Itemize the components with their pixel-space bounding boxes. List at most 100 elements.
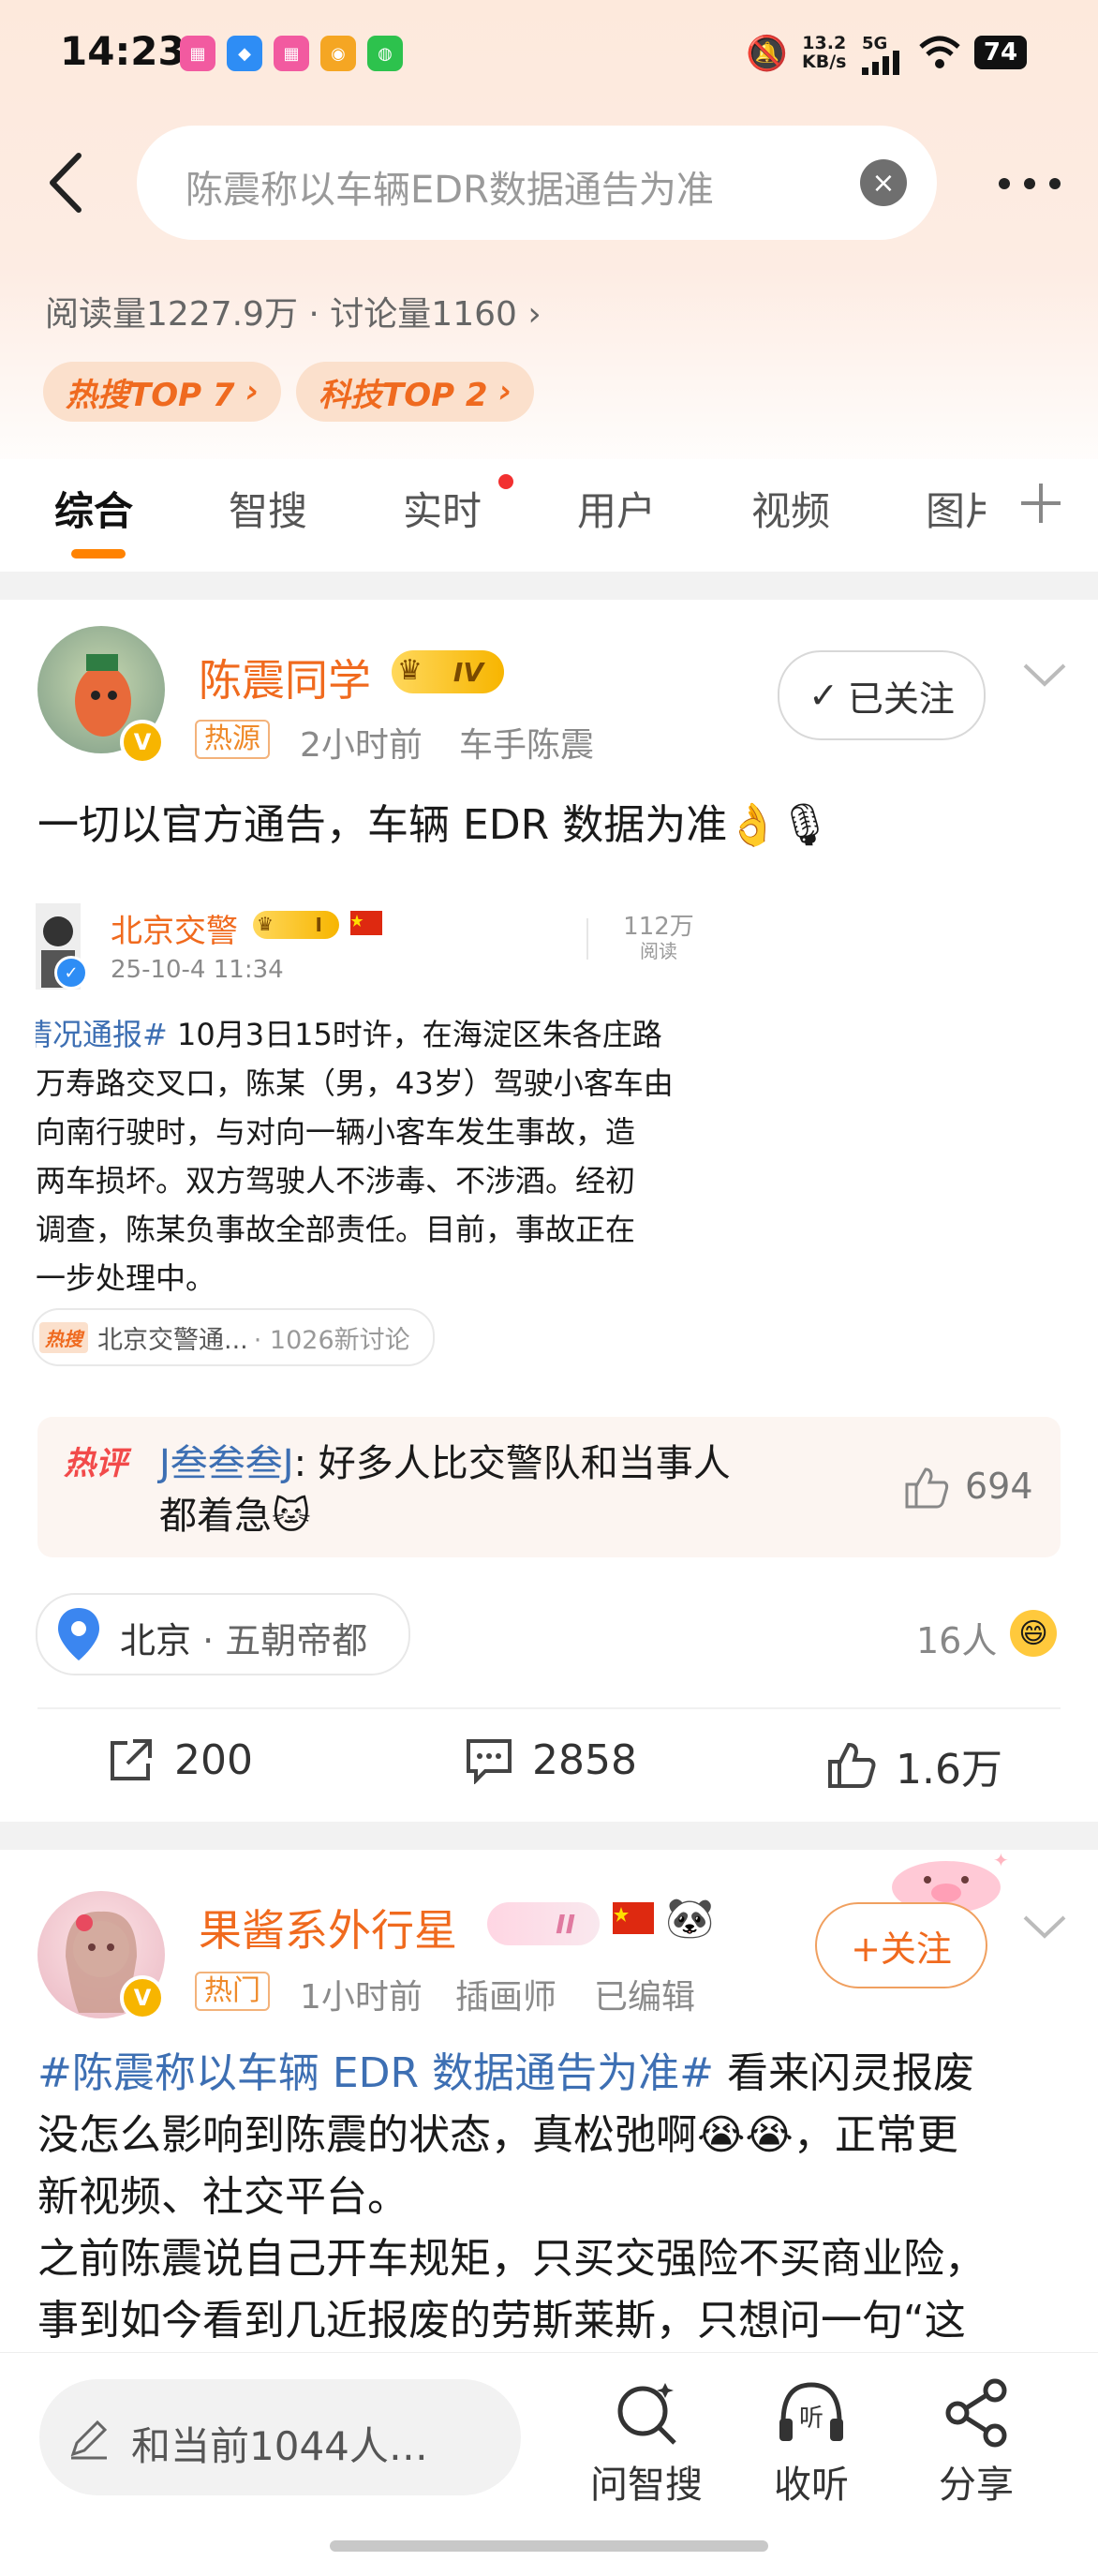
china-flag-icon (613, 1902, 654, 1934)
like-count: 1.6万 (896, 1746, 1002, 1794)
topic-stats-text: 阅读量1227.9万 · 讨论量1160 (45, 295, 517, 334)
svg-text:听: 听 (799, 2405, 824, 2433)
tab-images[interactable]: 图片 (926, 480, 986, 537)
chevron-right-icon: › (527, 295, 542, 334)
badge-label: 热搜TOP 7 (66, 376, 235, 414)
share-label: 分享 (939, 2464, 1014, 2507)
listen-button[interactable]: 听 收听 (746, 2375, 877, 2509)
hot-source-tag: 热源 (195, 720, 270, 759)
panda-icon: 🐼 (665, 1895, 715, 1941)
svg-text:✦: ✦ (993, 1849, 1009, 1871)
repost-date: 25-10-4 11:34 (111, 956, 284, 984)
thumbs-up-icon[interactable] (903, 1466, 950, 1509)
share-out-icon (111, 1739, 152, 1780)
chevron-down-icon[interactable] (1021, 1912, 1068, 1940)
repost-text-line: 万寿路交叉口，陈某（男，43岁）驾驶小客车由 (36, 1065, 674, 1101)
hot-search-title: 北京交警通... (97, 1325, 248, 1355)
hot-comment[interactable]: 热评 J叁叁叁J: 好多人比交警队和当事人 都着急🐱 694 (37, 1417, 1061, 1557)
hot-comment-line: 都着急🐱 (159, 1495, 311, 1538)
verified-badge: V (120, 720, 165, 765)
active-tab-indicator (71, 549, 126, 558)
level-badge: ♛ IV (392, 650, 504, 693)
close-circle-icon[interactable]: × (860, 159, 907, 206)
notification-dot (498, 474, 513, 489)
comment-count: 2858 (532, 1735, 637, 1784)
smart-search-button[interactable]: 问智搜 (581, 2375, 712, 2509)
chevron-right-icon: › (234, 373, 260, 410)
back-arrow-icon[interactable] (43, 150, 90, 216)
smart-search-label: 问智搜 (590, 2464, 703, 2507)
bottom-bar: 和当前1044人… 问智搜 听 收听 分享 (0, 2352, 1098, 2576)
signal-icon (862, 51, 899, 75)
post-text-line: 之前陈震说自己开车规矩，只买交强险不买商业险， (37, 2235, 986, 2283)
hashtag-link[interactable]: #陈震称以车辆 EDR 数据通告为准# (37, 2049, 714, 2097)
net-speed-value: 13.2 (802, 33, 847, 53)
comment-icon (467, 1739, 512, 1784)
repost-text-line: 调查，陈某负事故全部责任。目前，事故正在 (36, 1212, 636, 1247)
post-edited: 已编辑 (594, 1978, 696, 2017)
net-speed-unit: KB/s (802, 52, 847, 72)
repost-hashtag[interactable]: 情况通报# (36, 1017, 168, 1052)
plus-icon[interactable] (1019, 482, 1062, 525)
repost-text-line: 两车损坏。双方驾驶人不涉毒、不涉酒。经初 (36, 1163, 636, 1199)
more-dots-icon[interactable] (997, 174, 1062, 193)
hot-tag-icon: 热搜 (39, 1321, 88, 1353)
hot-comment-line: : 好多人比交警队和当事人 (293, 1442, 731, 1485)
level-badge: II (487, 1902, 600, 1945)
hot-comment-label: 热评 (64, 1445, 127, 1482)
repost-author-name[interactable]: 北京交警 (111, 905, 238, 951)
repost-reads: 112万 阅读 (607, 915, 710, 963)
comment-placeholder: 和当前1044人… (131, 2423, 428, 2469)
like-button[interactable]: 1.6万 (826, 1735, 1002, 1795)
topic-stats[interactable]: 阅读量1227.9万 · 讨论量1160 › (45, 287, 542, 335)
post-text-line: 新视频、社交平台。 (37, 2173, 408, 2221)
post-time: 2小时前 (300, 726, 423, 765)
repost-text[interactable]: 情况通报# 10月3日15时许，在海淀区朱各庄路 万寿路交叉口，陈某（男，43岁… (36, 1010, 716, 1291)
chevron-down-icon[interactable] (1021, 660, 1068, 688)
location-chip[interactable]: 北京 · 五朝帝都 (36, 1593, 410, 1675)
follow-button[interactable]: +关注 (815, 1902, 987, 1988)
share-icon (945, 2378, 1007, 2448)
home-indicator[interactable] (330, 2540, 768, 2552)
hot-search-rank-badge[interactable]: 热搜TOP 7 › (43, 362, 282, 422)
chevron-right-icon: › (487, 373, 512, 410)
search-input[interactable]: 陈震称以车辆EDR数据通告为准 (185, 159, 841, 214)
listen-label: 收听 (774, 2464, 849, 2507)
tab-videos[interactable]: 视频 (751, 480, 830, 537)
tab-realtime[interactable]: 实时 (403, 480, 482, 537)
repost-button[interactable]: 200 (107, 1735, 253, 1784)
hot-comment-user[interactable]: J叁叁叁J (159, 1442, 294, 1485)
tab-comprehensive[interactable]: 综合 (54, 480, 133, 537)
app-icon: ▦ (180, 36, 215, 71)
wechat-icon: ◍ (367, 36, 403, 71)
comment-button[interactable]: 2858 (465, 1735, 637, 1784)
section-separator (0, 572, 1098, 600)
tech-rank-badge[interactable]: 科技TOP 2 › (296, 362, 535, 422)
tab-users[interactable]: 用户 (577, 480, 656, 537)
hot-comment-likes: 694 (965, 1466, 1033, 1507)
mute-icon: 🔕 (746, 35, 788, 73)
post-time: 1小时前 (300, 1978, 423, 2017)
tab-fade (986, 459, 1014, 553)
battery-indicator: 74 (974, 36, 1027, 69)
share-button[interactable]: 分享 (911, 2375, 1042, 2509)
location-pin-icon (58, 1608, 99, 1660)
level-badge-label: II (556, 1908, 575, 1940)
pencil-icon (70, 2420, 108, 2460)
china-flag-icon (350, 911, 382, 935)
search-bar[interactable]: 陈震称以车辆EDR数据通告为准 × (137, 126, 937, 240)
following-button[interactable]: ✓ 已关注 (778, 650, 986, 740)
comment-input[interactable]: 和当前1044人… (39, 2379, 521, 2495)
hot-tag: 热门 (195, 1972, 270, 2011)
net-speed: 13.2 KB/s (802, 34, 846, 71)
post-author-name[interactable]: 陈震同学 (199, 647, 371, 708)
status-bar: 14:23 ▦ ◆ ▦ ◉ ◍ 🔕 13.2 KB/s 5G 74 (0, 0, 1098, 112)
location-place: · 五朝帝都 (202, 1620, 368, 1661)
crown-icon: ♛ (257, 913, 274, 935)
repost-text-line: 向南行驶时，与对向一辆小客车发生事故，造 (36, 1114, 636, 1150)
hot-search-link[interactable]: 热搜 北京交警通... · 1026新讨论 (32, 1308, 435, 1366)
tab-smart-search[interactable]: 智搜 (229, 480, 307, 537)
post-author-name[interactable]: 果酱系外行星 (199, 1897, 457, 1958)
verified-badge: V (120, 1975, 165, 2020)
reactors-count: 16人 (916, 1620, 998, 1661)
